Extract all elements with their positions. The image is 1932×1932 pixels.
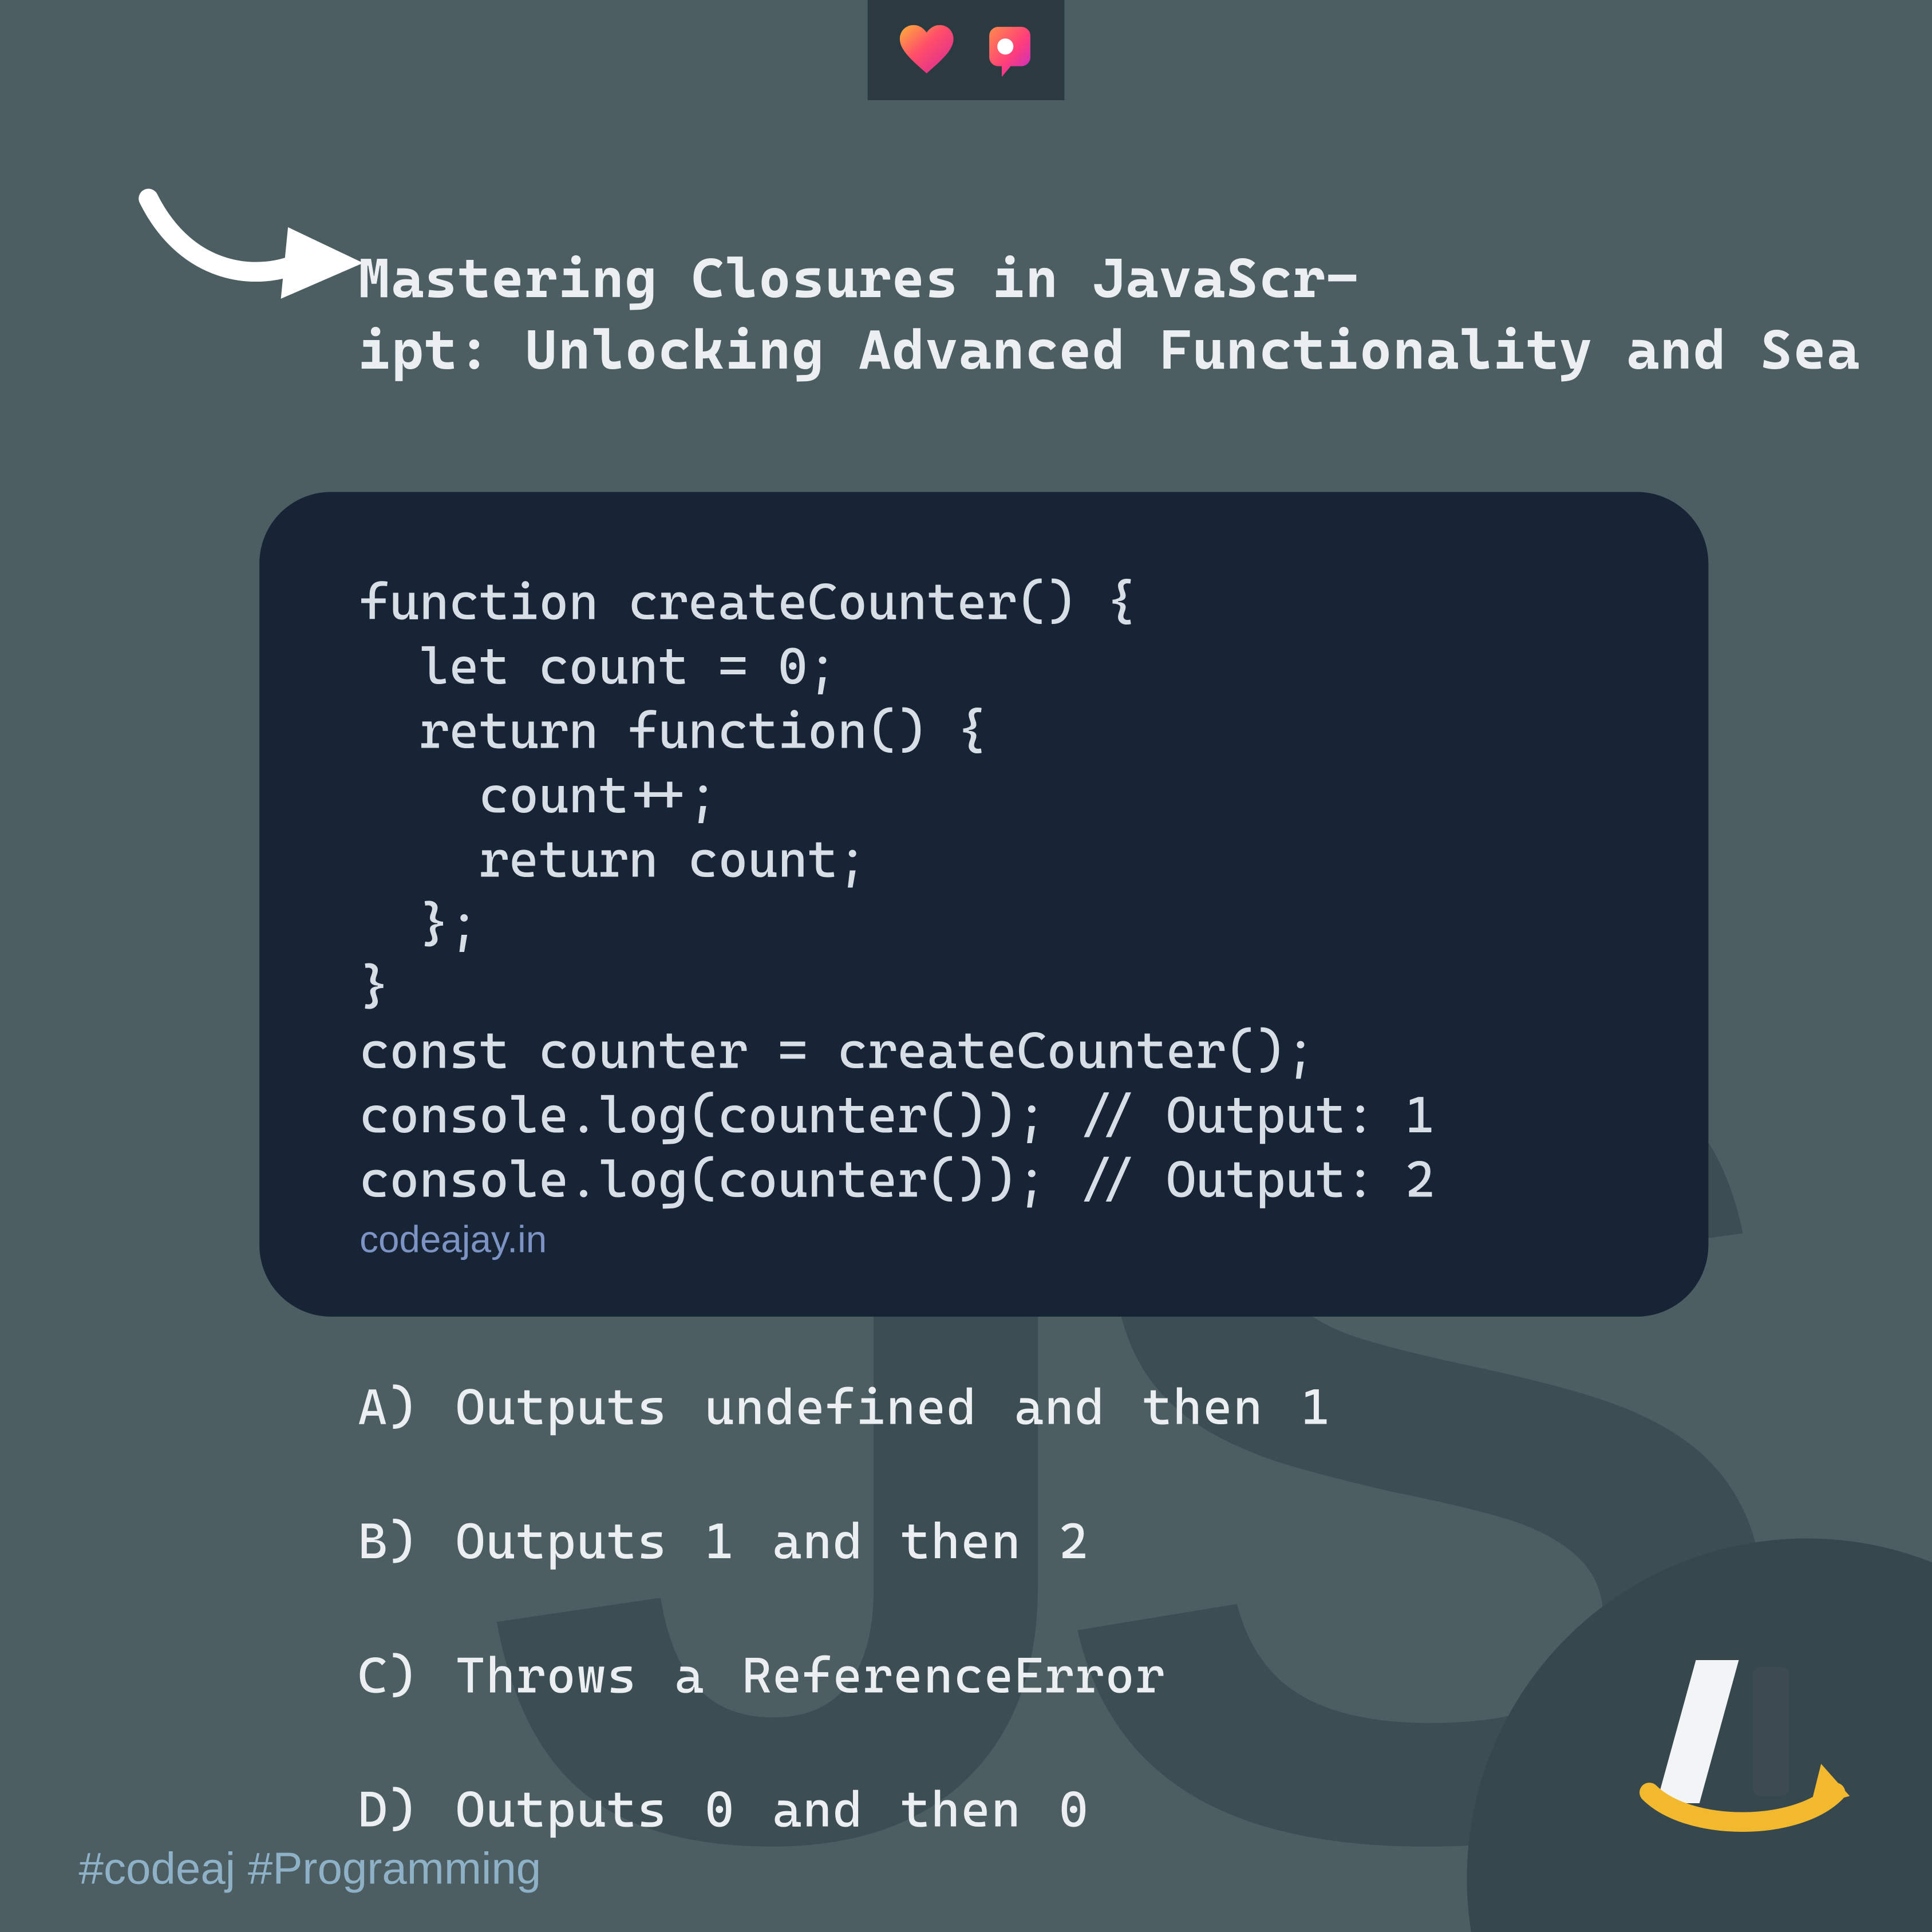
hashtags: #codeaj #Programming (79, 1844, 542, 1897)
code-content: function createCounter() { let count = 0… (359, 571, 1608, 1213)
heart-icon[interactable] (900, 25, 954, 76)
swoosh-arrow-icon (134, 188, 366, 331)
code-block: function createCounter() { let count = 0… (259, 492, 1708, 1317)
option-b[interactable]: B) Outputs 1 and then 2 (358, 1512, 1331, 1571)
site-logo-icon (1635, 1653, 1850, 1850)
option-d[interactable]: D) Outputs 0 and then 0 (358, 1780, 1331, 1839)
answer-options: A) Outputs undefined and then 1 B) Outpu… (358, 1377, 1331, 1839)
option-a[interactable]: A) Outputs undefined and then 1 (358, 1377, 1331, 1436)
option-c[interactable]: C) Throws a ReferenceError (358, 1646, 1331, 1705)
social-actions-bar (868, 0, 1065, 100)
comment-icon[interactable] (978, 23, 1032, 77)
post-title: Mastering Closures in JavaScr- ipt: Unlo… (358, 243, 1860, 388)
code-watermark: codeajay.in (359, 1220, 1608, 1263)
